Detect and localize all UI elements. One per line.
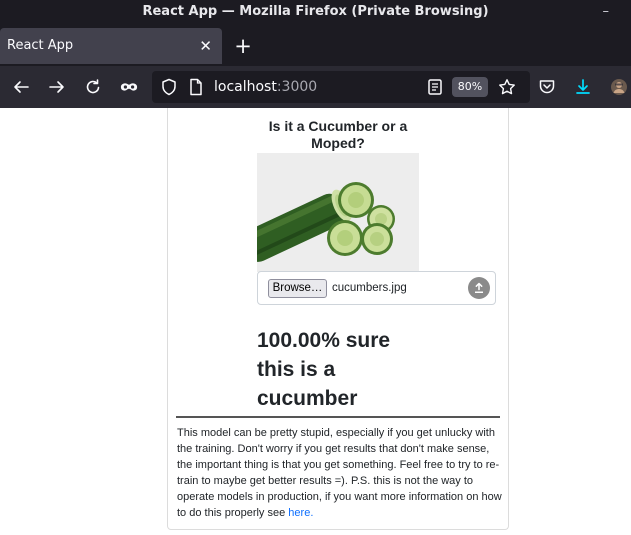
reload-icon[interactable] bbox=[81, 75, 105, 99]
url-text[interactable]: localhost:3000 bbox=[214, 71, 317, 103]
prediction-result: 100.00% sure this is a cucumber bbox=[257, 329, 391, 410]
private-browsing-mask-icon bbox=[117, 75, 141, 99]
file-upload-field: Browse… cucumbers.jpg bbox=[257, 271, 496, 305]
zoom-indicator[interactable]: 80% bbox=[452, 77, 488, 97]
page-title: Is it a Cucumber or a Moped? bbox=[268, 118, 408, 151]
bookmark-star-icon[interactable] bbox=[498, 78, 516, 96]
page-viewport: Is it a Cucumber or a Moped? Browse… cuc… bbox=[0, 108, 631, 535]
arrow-right-icon[interactable] bbox=[45, 75, 69, 99]
classifier-card: Is it a Cucumber or a Moped? Browse… cuc… bbox=[167, 108, 509, 530]
url-port: :3000 bbox=[276, 79, 318, 95]
arrow-left-icon[interactable] bbox=[9, 75, 33, 99]
navigation-toolbar: localhost:3000 80% bbox=[0, 66, 631, 108]
upload-icon[interactable] bbox=[468, 277, 490, 299]
disclaimer-body: This model can be pretty stupid, especia… bbox=[177, 427, 502, 519]
tab-react-app[interactable]: React App ✕ bbox=[0, 28, 222, 64]
uploaded-image-preview bbox=[257, 153, 419, 272]
minimize-button[interactable]: – bbox=[603, 0, 610, 24]
close-tab-icon[interactable]: ✕ bbox=[199, 28, 212, 64]
reader-view-icon[interactable] bbox=[426, 78, 444, 96]
new-tab-button[interactable]: + bbox=[232, 28, 254, 64]
selected-file-name: cucumbers.jpg bbox=[332, 282, 407, 294]
pocket-icon[interactable] bbox=[535, 75, 559, 99]
url-bar[interactable]: localhost:3000 80% bbox=[152, 71, 530, 103]
page-info-icon[interactable] bbox=[188, 78, 204, 96]
section-divider bbox=[176, 416, 500, 418]
window-titlebar: React App — Mozilla Firefox (Private Bro… bbox=[0, 0, 631, 24]
tracking-protection-shield-icon[interactable] bbox=[160, 78, 178, 96]
download-icon[interactable] bbox=[571, 75, 595, 99]
browse-button[interactable]: Browse… bbox=[268, 279, 327, 298]
tab-strip: React App ✕ + bbox=[0, 24, 631, 66]
window-title: React App — Mozilla Firefox (Private Bro… bbox=[142, 4, 489, 19]
disclaimer-text: This model can be pretty stupid, especia… bbox=[177, 425, 503, 521]
account-avatar-icon[interactable] bbox=[607, 75, 631, 99]
more-info-link[interactable]: here. bbox=[288, 507, 313, 519]
url-host: localhost bbox=[214, 79, 277, 95]
tab-label: React App bbox=[7, 38, 74, 53]
